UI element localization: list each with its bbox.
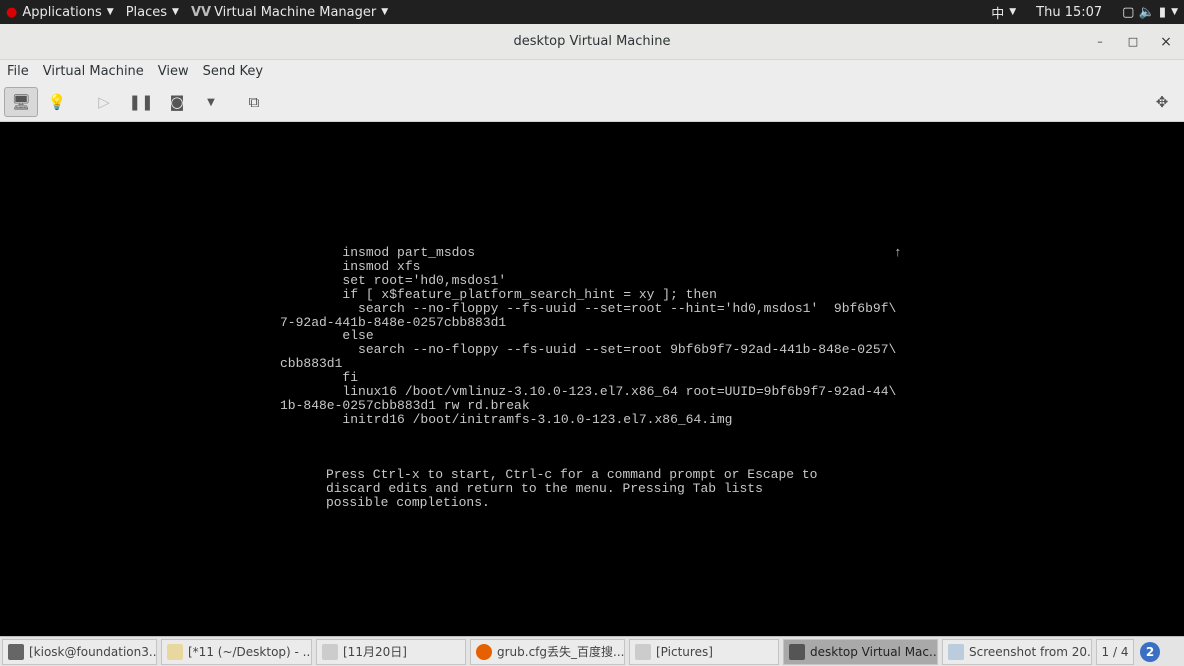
pause-button[interactable]: ❚❚ (124, 87, 158, 117)
folder-icon (322, 643, 338, 660)
applications-menu[interactable]: ● Applications ▼ (0, 0, 120, 24)
chevron-down-icon: ▼ (381, 7, 389, 17)
shutdown-button[interactable]: ◙ (160, 87, 194, 117)
task-label: grub.cfg丢失_百度搜... (497, 645, 625, 659)
window-titlebar: desktop Virtual Machine – □ × (0, 24, 1184, 60)
monitor-icon: 🖥 (11, 93, 31, 111)
chevron-down-icon: ▼ (1171, 7, 1178, 17)
workspace-switcher[interactable]: 1 / 4 (1096, 638, 1134, 665)
window-title: desktop Virtual Machine (513, 34, 671, 49)
input-method-menu[interactable]: 中 ▼ (985, 0, 1022, 24)
toolbar: 🖥 💡 ▷ ❚❚ ◙ ▼ ⧉ ✥ (0, 83, 1184, 122)
menu-bar: File Virtual Machine View Send Key (0, 60, 1184, 83)
task-folder-nov20[interactable]: [11月20日] (316, 638, 466, 665)
snapshots-button[interactable]: ⧉ (237, 87, 271, 117)
power-icon: ◙ (169, 93, 185, 111)
task-label: [Pictures] (656, 644, 713, 659)
close-button[interactable]: × (1151, 24, 1181, 60)
task-label: desktop Virtual Mac... (810, 644, 938, 659)
details-view-button[interactable]: 💡 (40, 87, 74, 117)
redhat-icon: ● (6, 4, 18, 20)
app-menu[interactable]: VV Virtual Machine Manager ▼ (185, 0, 394, 24)
minimize-button[interactable]: – (1085, 24, 1115, 60)
fullscreen-button[interactable]: ✥ (1145, 87, 1179, 117)
system-menu[interactable]: ▢ 🔈 ▮ ▼ (1116, 0, 1184, 24)
task-terminal[interactable]: [kiosk@foundation3... (2, 638, 157, 665)
fullscreen-icon: ✥ (1155, 93, 1169, 111)
task-label: [kiosk@foundation3... (29, 644, 157, 659)
text-editor-icon (167, 643, 183, 660)
menu-virtual-machine[interactable]: Virtual Machine (36, 60, 151, 83)
task-firefox[interactable]: grub.cfg丢失_百度搜... (470, 638, 625, 665)
clock[interactable]: Thu 15:07 (1022, 0, 1116, 24)
vm-console[interactable]: insmod part_msdos insmod xfs set root='h… (0, 122, 1184, 636)
battery-icon: ▮ (1158, 4, 1167, 20)
folder-icon (635, 643, 651, 660)
task-screenshot[interactable]: Screenshot from 20... (942, 638, 1092, 665)
task-label: Screenshot from 20... (969, 644, 1092, 659)
volume-icon: 🔈 (1138, 4, 1155, 20)
top-panel: ● Applications ▼ Places ▼ VV Virtual Machine… (0, 0, 1184, 24)
firefox-icon (476, 643, 492, 660)
play-icon: ▷ (98, 93, 110, 111)
workspace-label: 1 / 4 (1101, 644, 1129, 659)
task-virt-manager[interactable]: desktop Virtual Mac... (783, 638, 938, 665)
screenshot-icon (948, 643, 964, 660)
terminal-icon (8, 643, 24, 660)
app-name: Virtual Machine Manager (214, 4, 377, 20)
scroll-up-indicator: ↑ (894, 245, 902, 260)
notification-count: 2 (1145, 644, 1155, 659)
chevron-down-icon: ▼ (207, 96, 215, 108)
grub-edit-text: insmod part_msdos insmod xfs set root='h… (280, 245, 897, 427)
virt-manager-icon: VV (190, 4, 212, 20)
chevron-down-icon: ▼ (172, 7, 179, 17)
screen-icon: ▢ (1122, 4, 1135, 20)
places-menu[interactable]: Places ▼ (120, 0, 185, 24)
input-method-label: 中 (991, 6, 1005, 22)
run-button[interactable]: ▷ (87, 87, 121, 117)
shutdown-menu-button[interactable]: ▼ (194, 87, 228, 117)
clock-label: Thu 15:07 (1036, 4, 1103, 20)
notification-badge[interactable]: 2 (1140, 641, 1160, 662)
menu-send-key[interactable]: Send Key (196, 60, 270, 83)
task-text-editor[interactable]: [*11 (~/Desktop) - ... (161, 638, 312, 665)
task-pictures[interactable]: [Pictures] (629, 638, 779, 665)
task-label: [*11 (~/Desktop) - ... (188, 644, 312, 659)
console-view-button[interactable]: 🖥 (4, 87, 38, 117)
chevron-down-icon: ▼ (1009, 7, 1017, 17)
chevron-down-icon: ▼ (106, 7, 114, 17)
applications-label: Applications (22, 4, 102, 20)
places-label: Places (125, 4, 168, 20)
grub-help-text: Press Ctrl-x to start, Ctrl-c for a comm… (326, 467, 818, 510)
virt-manager-icon (789, 643, 805, 660)
lightbulb-icon: 💡 (47, 93, 67, 111)
task-label: [11月20日] (343, 645, 407, 659)
pause-icon: ❚❚ (128, 93, 154, 111)
snapshot-icon: ⧉ (248, 93, 260, 111)
menu-view[interactable]: View (151, 60, 196, 83)
maximize-button[interactable]: □ (1118, 24, 1148, 60)
menu-file[interactable]: File (0, 60, 36, 83)
taskbar: [kiosk@foundation3... [*11 (~/Desktop) -… (0, 636, 1184, 666)
